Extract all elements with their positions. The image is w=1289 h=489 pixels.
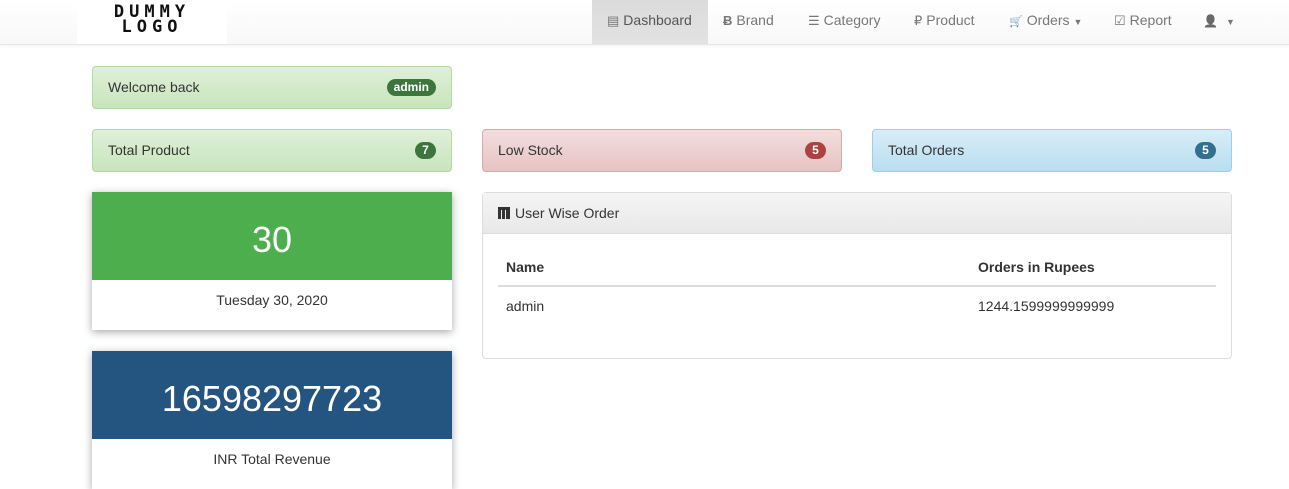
stat-label: Total Orders [888,142,965,158]
bitcoin-icon: Ƀ [723,13,733,28]
welcome-label: Welcome back [108,79,200,95]
nav-user-dropdown[interactable]: 👤 ▼ [1188,0,1250,44]
user-wise-order-panel: User Wise Order Name Orders in Rupees adm… [482,192,1232,359]
logo[interactable]: DUMMY LOGO [77,0,227,44]
panel-title: User Wise Order [515,205,620,221]
date-day: 30 [92,192,452,280]
date-label: Tuesday 30, 2020 [216,292,328,308]
stat-badge: 5 [805,142,826,159]
nav-label: Orders [1026,12,1070,28]
total-orders-alert[interactable]: Total Orders 5 [872,129,1232,172]
nav-report[interactable]: ☑ Report [1099,0,1187,44]
user-badge: admin [386,79,436,96]
stat-badge: 5 [1195,142,1216,159]
stat-label: Low Stock [498,142,563,158]
stat-label: Total Product [108,142,190,158]
revenue-card: 16598297723 INR Total Revenue [92,351,452,489]
caret-down-icon: ▼ [1073,17,1083,27]
welcome-alert: Welcome back admin [92,66,452,109]
user-icon: 👤 [1203,14,1218,28]
panel-heading: User Wise Order [483,193,1231,234]
stat-badge: 7 [415,142,436,159]
nav-category[interactable]: ☰ Category [793,0,895,44]
orders-table: Name Orders in Rupees admin 1244.159999999… [498,248,1216,324]
table-header: Name Orders in Rupees [498,248,1216,287]
caret-down-icon: ▼ [1225,17,1235,27]
nav-label: Report [1129,12,1172,28]
revenue-label: INR Total Revenue [213,451,331,467]
nav-brand[interactable]: Ƀ Brand [708,0,789,44]
calendar-icon [498,207,510,219]
nav-dashboard[interactable]: ▤ Dashboard [592,0,708,44]
nav-label: Brand [736,12,774,28]
nav-label: Dashboard [623,12,692,28]
nav-product[interactable]: ₽ Product [899,0,990,44]
column-name: Name [498,248,970,287]
revenue-value: 16598297723 [92,351,452,439]
cell-name: admin [506,297,545,314]
nav-label: Product [926,12,975,28]
shopping-cart-icon: 🛒 [1009,16,1023,28]
navbar: DUMMY LOGO ▤ Dashboard Ƀ Brand ☰ Category ₽ P… [0,0,1289,45]
nav-orders-dropdown[interactable]: 🛒 Orders ▼ [994,0,1097,44]
ruble-icon: ₽ [914,13,923,28]
check-icon: ☑ [1114,13,1126,28]
nav-label: Category [823,12,881,28]
low-stock-alert[interactable]: Low Stock 5 [482,129,842,172]
column-orders: Orders in Rupees [970,248,1216,287]
list-alt-icon: ▤ [607,13,620,28]
total-product-alert[interactable]: Total Product 7 [92,129,452,172]
th-list-icon: ☰ [808,13,820,28]
cell-orders: 1244.1599999999999 [978,297,1115,314]
logo-line-2: LOGO [121,17,183,37]
date-card: 30 Tuesday 30, 2020 [92,192,452,330]
table-row: admin 1244.1599999999999 [498,286,1216,324]
